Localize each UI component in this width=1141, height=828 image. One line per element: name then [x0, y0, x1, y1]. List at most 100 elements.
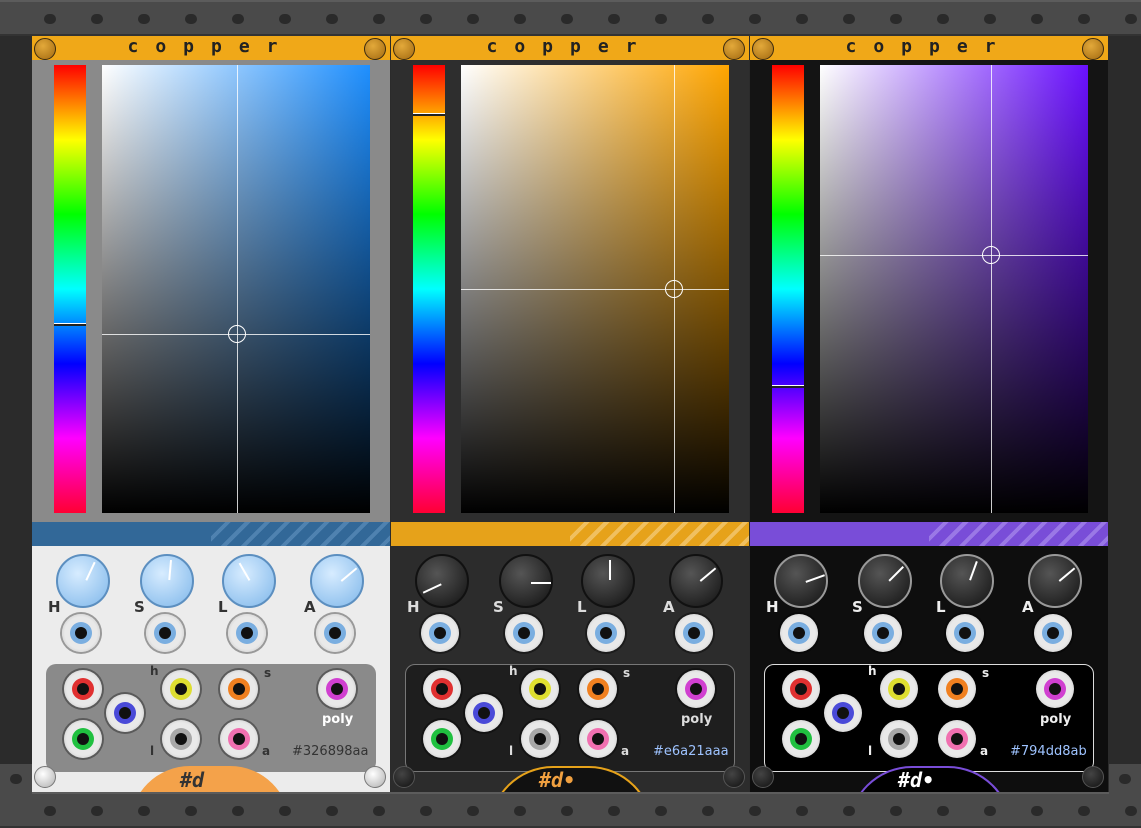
rack-rail-top	[0, 0, 1141, 36]
alpha-knob[interactable]	[669, 554, 723, 608]
lightness-cv-input-jack[interactable]	[946, 614, 984, 652]
rail-hole	[796, 14, 808, 24]
rail-hole	[608, 14, 620, 24]
rail-hole	[796, 806, 808, 816]
saturation-lightness-field[interactable]	[820, 65, 1088, 513]
knob-label-l: L	[218, 598, 228, 616]
module-header: copper	[32, 36, 390, 60]
saturation-lightness-field[interactable]	[461, 65, 729, 513]
red-output-jack[interactable]	[782, 670, 820, 708]
l-output-jack[interactable]	[162, 720, 200, 758]
screw-icon	[393, 38, 415, 60]
label-s: s	[264, 666, 272, 680]
rail-hole	[279, 14, 291, 24]
lightness-knob[interactable]	[940, 554, 994, 608]
saturation-cv-input-jack[interactable]	[864, 614, 902, 652]
screw-icon	[723, 766, 745, 788]
hue-knob[interactable]	[774, 554, 828, 608]
alpha-knob[interactable]	[310, 554, 364, 608]
hue-slider[interactable]	[54, 65, 86, 513]
lightness-cv-input-jack[interactable]	[587, 614, 625, 652]
color-cursor[interactable]	[665, 280, 683, 298]
control-area: H S L A h s l a poly #e6a21aaa #d•	[391, 546, 749, 792]
logo: #d•	[539, 768, 576, 792]
screw-icon	[752, 766, 774, 788]
h-output-jack[interactable]	[162, 670, 200, 708]
alpha-cv-input-jack[interactable]	[675, 614, 713, 652]
hue-slider[interactable]	[413, 65, 445, 513]
hue-cv-input-jack[interactable]	[421, 614, 459, 652]
saturation-knob[interactable]	[858, 554, 912, 608]
screw-icon	[364, 766, 386, 788]
swatch-alpha	[929, 522, 1108, 546]
rail-hole	[561, 14, 573, 24]
hue-marker[interactable]	[54, 323, 86, 326]
poly-output-jack[interactable]	[318, 670, 356, 708]
green-output-jack[interactable]	[782, 720, 820, 758]
color-cursor[interactable]	[982, 246, 1000, 264]
green-output-jack[interactable]	[423, 720, 461, 758]
hue-knob[interactable]	[415, 554, 469, 608]
module-title: copper	[127, 36, 295, 57]
swatch-alpha	[570, 522, 749, 546]
color-cursor[interactable]	[228, 325, 246, 343]
knob-label-s: S	[493, 598, 504, 616]
hue-cv-input-jack[interactable]	[62, 614, 100, 652]
alpha-knob[interactable]	[1028, 554, 1082, 608]
blue-output-jack[interactable]	[465, 694, 503, 732]
poly-output-jack[interactable]	[1036, 670, 1074, 708]
rail-hole	[467, 14, 479, 24]
blue-output-jack[interactable]	[824, 694, 862, 732]
rail-hole	[1078, 806, 1090, 816]
rail-hole	[373, 806, 385, 816]
lightness-knob[interactable]	[222, 554, 276, 608]
blue-output-jack[interactable]	[106, 694, 144, 732]
rail-hole	[420, 806, 432, 816]
crosshair-horizontal	[461, 289, 729, 290]
s-output-jack[interactable]	[938, 670, 976, 708]
green-output-jack[interactable]	[64, 720, 102, 758]
red-output-jack[interactable]	[423, 670, 461, 708]
a-output-jack[interactable]	[938, 720, 976, 758]
rail-hole	[1125, 14, 1137, 24]
label-s: s	[623, 666, 631, 680]
alpha-cv-input-jack[interactable]	[316, 614, 354, 652]
saturation-cv-input-jack[interactable]	[146, 614, 184, 652]
hue-marker[interactable]	[772, 385, 804, 388]
swatch-solid	[750, 522, 929, 546]
alpha-cv-input-jack[interactable]	[1034, 614, 1072, 652]
rail-hole	[232, 806, 244, 816]
rail-hole	[10, 774, 22, 784]
rail-hole	[44, 806, 56, 816]
rack-rail-left	[0, 764, 32, 794]
label-a: a	[621, 744, 630, 758]
hue-cv-input-jack[interactable]	[780, 614, 818, 652]
saturation-cv-input-jack[interactable]	[505, 614, 543, 652]
s-output-jack[interactable]	[579, 670, 617, 708]
saturation-knob[interactable]	[499, 554, 553, 608]
hue-knob[interactable]	[56, 554, 110, 608]
poly-output-jack[interactable]	[677, 670, 715, 708]
h-output-jack[interactable]	[880, 670, 918, 708]
h-output-jack[interactable]	[521, 670, 559, 708]
knob-label-a: A	[304, 598, 316, 616]
saturation-lightness-field[interactable]	[102, 65, 370, 513]
rail-hole	[1119, 774, 1131, 784]
lightness-cv-input-jack[interactable]	[228, 614, 266, 652]
hue-marker[interactable]	[413, 113, 445, 116]
rail-hole	[937, 806, 949, 816]
a-output-jack[interactable]	[579, 720, 617, 758]
lightness-knob[interactable]	[581, 554, 635, 608]
l-output-jack[interactable]	[880, 720, 918, 758]
l-output-jack[interactable]	[521, 720, 559, 758]
saturation-knob[interactable]	[140, 554, 194, 608]
s-output-jack[interactable]	[220, 670, 258, 708]
label-h: h	[150, 664, 159, 678]
control-area: H S L A h s l a poly #794dd8ab #d•	[750, 546, 1108, 792]
a-output-jack[interactable]	[220, 720, 258, 758]
red-output-jack[interactable]	[64, 670, 102, 708]
hue-slider[interactable]	[772, 65, 804, 513]
rail-hole	[373, 14, 385, 24]
knob-label-a: A	[1022, 598, 1034, 616]
screw-icon	[752, 38, 774, 60]
